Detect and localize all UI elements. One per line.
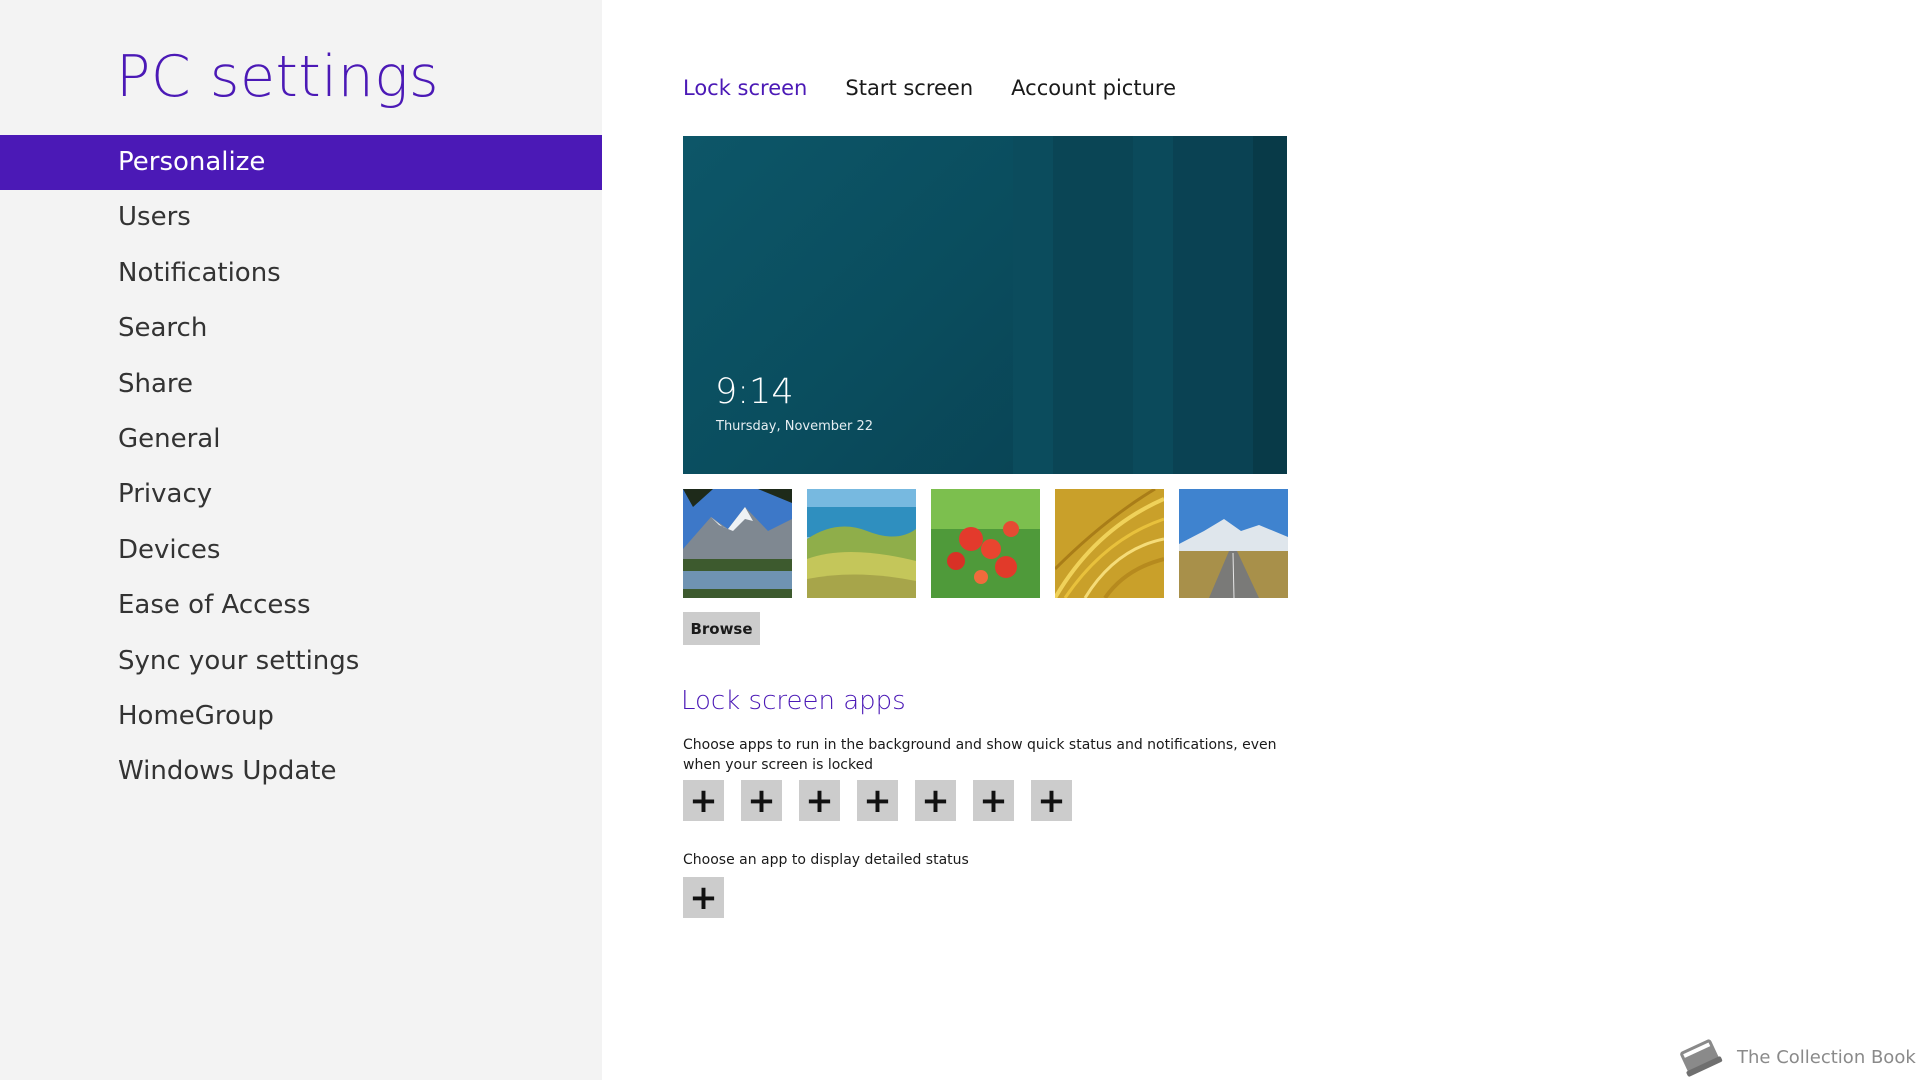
- nav-item-users[interactable]: Users: [0, 190, 602, 245]
- add-app-button[interactable]: +: [973, 780, 1014, 821]
- red-flowers-image: [931, 489, 1040, 598]
- preview-background-panel: [1133, 136, 1173, 474]
- thumbnail-mountain-road[interactable]: [1179, 489, 1288, 598]
- add-app-button[interactable]: +: [1031, 780, 1072, 821]
- lock-image-thumbnails: [683, 489, 1288, 598]
- add-app-button[interactable]: +: [857, 780, 898, 821]
- coastal-hills-image: [807, 489, 916, 598]
- preview-background-panel: [1173, 136, 1253, 474]
- watermark-text: The Collection Book: [1737, 1046, 1916, 1068]
- add-app-button[interactable]: +: [683, 780, 724, 821]
- preview-background-panel: [1053, 136, 1133, 474]
- add-app-button[interactable]: +: [915, 780, 956, 821]
- page-title: PC settings: [116, 44, 440, 110]
- browse-button[interactable]: Browse: [683, 612, 760, 645]
- mountain-road-image: [1179, 489, 1288, 598]
- lock-screen-apps-title: Lock screen apps: [681, 686, 906, 716]
- add-app-button[interactable]: +: [799, 780, 840, 821]
- thumbnail-red-flowers[interactable]: [931, 489, 1040, 598]
- book-icon: [1680, 1039, 1723, 1077]
- watermark: The Collection Book: [1675, 1034, 1916, 1080]
- lock-screen-apps-description: Choose apps to run in the background and…: [683, 737, 1277, 773]
- mountain-lake-image: [683, 489, 792, 598]
- tab-lock-screen[interactable]: Lock screen: [683, 76, 807, 100]
- nav-item-search[interactable]: Search: [0, 301, 602, 356]
- lock-clock: 9:14: [715, 372, 794, 412]
- lock-date: Thursday, November 22: [716, 419, 874, 434]
- nav-item-notifications[interactable]: Notifications: [0, 246, 602, 301]
- thumbnail-golden-grass[interactable]: [1055, 489, 1164, 598]
- preview-background-panel: [1013, 136, 1053, 474]
- left-pane: PC settings Personalize Users Notificati…: [0, 0, 602, 1080]
- nav-item-share[interactable]: Share: [0, 357, 602, 412]
- preview-background-panel: [1253, 136, 1287, 474]
- golden-grass-image: [1055, 489, 1164, 598]
- nav-item-personalize[interactable]: Personalize: [0, 135, 602, 191]
- settings-nav: Personalize Users Notifications Search S…: [0, 135, 602, 800]
- lock-screen-app-slots: + + + + + + +: [683, 780, 1072, 821]
- nav-item-homegroup[interactable]: HomeGroup: [0, 689, 602, 744]
- nav-item-windows-update[interactable]: Windows Update: [0, 744, 602, 799]
- add-detailed-status-app-button[interactable]: +: [683, 877, 724, 918]
- nav-item-sync-settings[interactable]: Sync your settings: [0, 634, 602, 689]
- detailed-status-description: Choose an app to display detailed status: [683, 852, 969, 868]
- add-app-button[interactable]: +: [741, 780, 782, 821]
- lock-screen-preview: 9:14 Thursday, November 22: [683, 136, 1287, 474]
- thumbnail-mountain-lake[interactable]: [683, 489, 792, 598]
- nav-item-privacy[interactable]: Privacy: [0, 467, 602, 522]
- tab-start-screen[interactable]: Start screen: [845, 76, 973, 100]
- personalize-tabs: Lock screen Start screen Account picture: [683, 76, 1176, 100]
- nav-item-devices[interactable]: Devices: [0, 523, 602, 578]
- thumbnail-coastal-hills[interactable]: [807, 489, 916, 598]
- detailed-status-slot: +: [683, 877, 724, 918]
- tab-account-picture[interactable]: Account picture: [1011, 76, 1176, 100]
- nav-item-ease-of-access[interactable]: Ease of Access: [0, 578, 602, 633]
- nav-item-general[interactable]: General: [0, 412, 602, 467]
